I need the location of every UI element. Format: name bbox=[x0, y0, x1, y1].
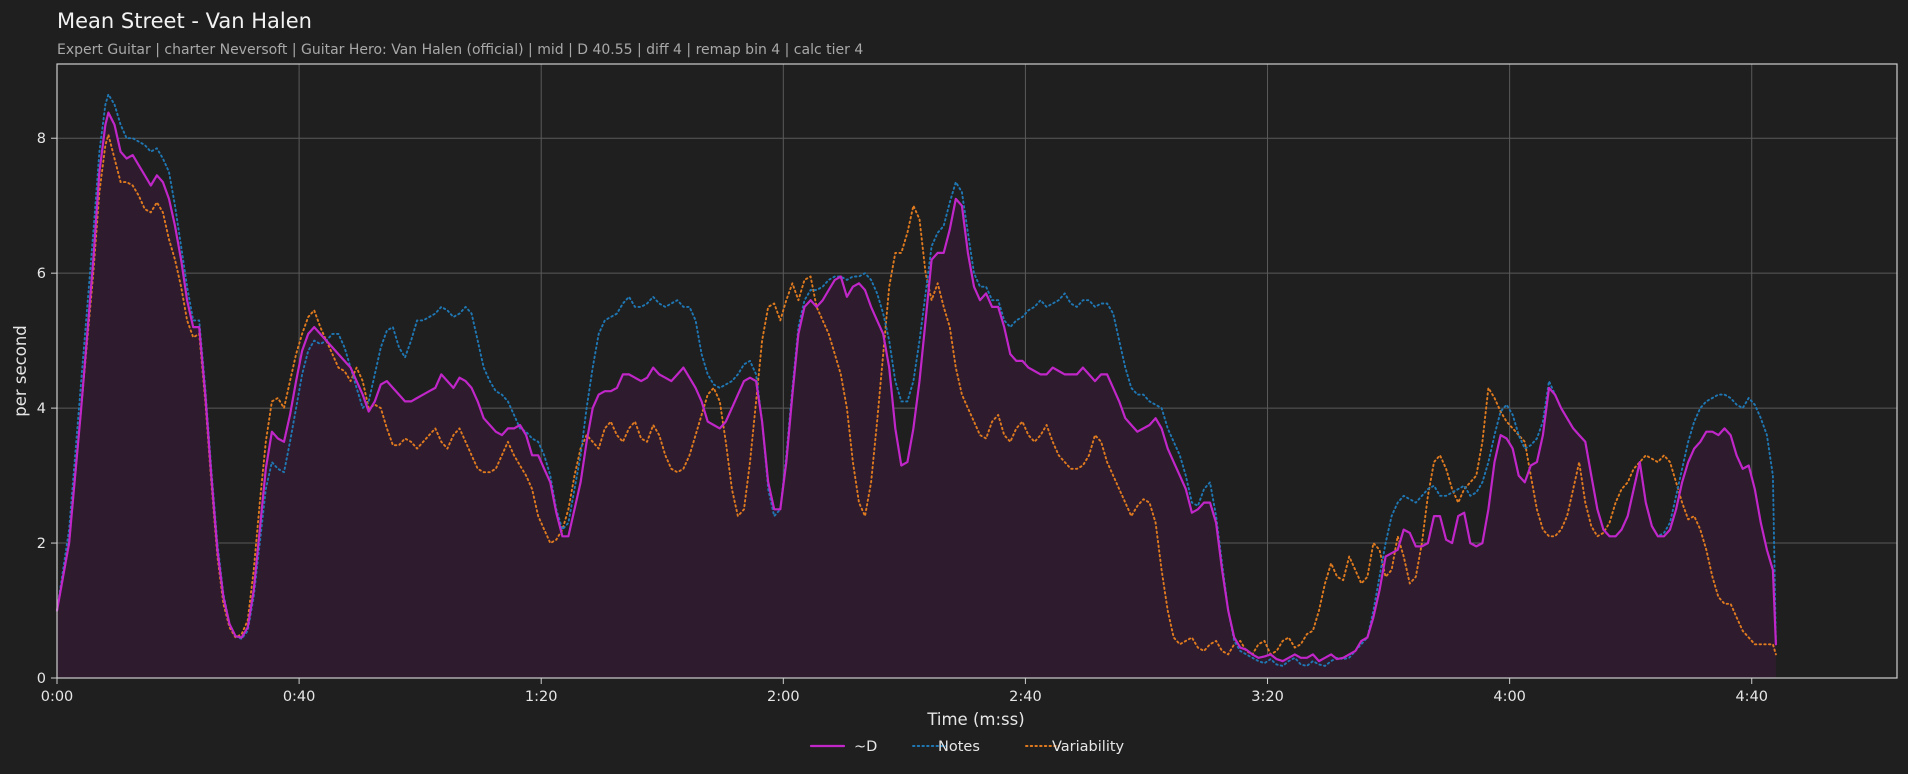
x-tick-label: 1:20 bbox=[525, 689, 558, 705]
x-axis-label: Time (m:ss) bbox=[926, 710, 1024, 729]
chart-subtitle: Expert Guitar | charter Neversoft | Guit… bbox=[57, 42, 863, 58]
chart-svg: Mean Street - Van Halen Expert Guitar | … bbox=[11, 9, 1898, 755]
x-tick-label: 2:00 bbox=[767, 689, 800, 705]
x-tick-label: 3:20 bbox=[1251, 689, 1284, 705]
y-tick-label: 4 bbox=[37, 401, 46, 417]
x-tick-label: 2:40 bbox=[1009, 689, 1042, 705]
legend-label: Notes bbox=[938, 739, 980, 755]
y-axis-label: per second bbox=[11, 325, 30, 417]
x-tick-label: 0:40 bbox=[283, 689, 316, 705]
series-layer bbox=[55, 93, 1777, 679]
y-tick-label: 6 bbox=[37, 266, 46, 282]
y-tick-label: 2 bbox=[37, 536, 46, 552]
x-tick-label: 4:00 bbox=[1493, 689, 1526, 705]
y-tick-label: 8 bbox=[37, 131, 46, 147]
legend: ~D Notes Variability bbox=[809, 739, 1125, 755]
d-area-fill bbox=[57, 112, 1776, 679]
legend-label: ~D bbox=[854, 739, 877, 755]
x-tick-label: 4:40 bbox=[1735, 689, 1768, 705]
x-tick-label: 0:00 bbox=[41, 689, 74, 705]
y-tick-label: 0 bbox=[37, 671, 46, 687]
chart-title: Mean Street - Van Halen bbox=[57, 9, 312, 33]
legend-label: Variability bbox=[1052, 739, 1125, 755]
